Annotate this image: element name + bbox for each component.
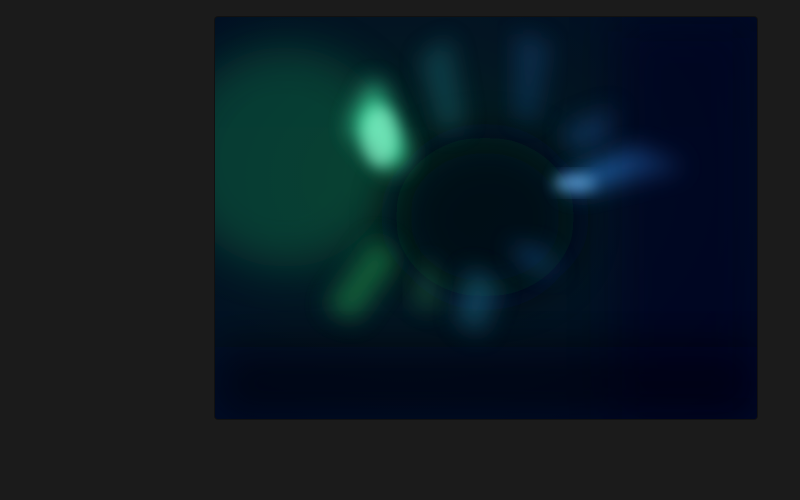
green-ray-core (362, 107, 398, 167)
wallpaper-image (215, 17, 757, 419)
wallpaper-preview[interactable] (215, 17, 757, 419)
blue-ray-core (553, 175, 597, 191)
desktop-background (0, 0, 800, 500)
bottom-vignette (215, 347, 757, 419)
